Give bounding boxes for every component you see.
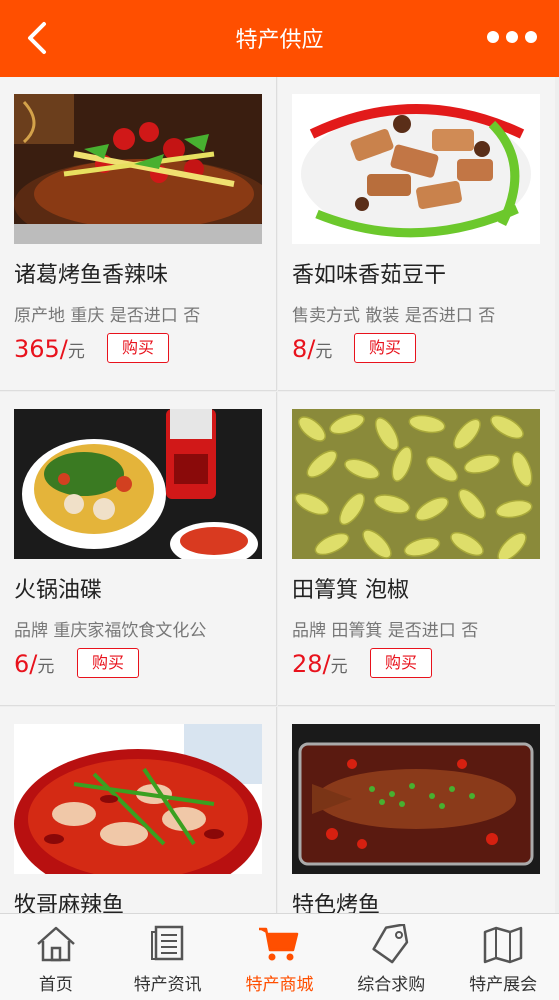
product-attributes: 售卖方式 散装 是否进口 否 [292, 306, 496, 326]
product-price: 8/元 [292, 335, 333, 363]
tab-purchase[interactable]: 综合求购 [335, 914, 447, 1000]
product-card[interactable]: 火锅油碟 品牌 重庆家福饮食文化公 6/元 购买 [0, 392, 277, 706]
product-image[interactable] [292, 94, 540, 244]
product-name[interactable]: 香如味香茹豆干 [292, 257, 446, 289]
tab-mall[interactable]: 特产商城 [224, 914, 336, 1000]
cart-icon [259, 927, 299, 961]
product-image[interactable] [14, 409, 262, 559]
product-card[interactable]: 牧哥麻辣鱼 [0, 707, 277, 913]
product-attributes: 品牌 重庆家福饮食文化公 [14, 621, 207, 641]
buy-button[interactable]: 购买 [370, 648, 433, 678]
product-price: 6/元 [14, 650, 55, 678]
page-title: 特产供应 [235, 28, 324, 53]
tab-expo[interactable]: 特产展会 [447, 914, 559, 1000]
product-image[interactable] [292, 724, 540, 874]
tab-home[interactable]: 首页 [0, 914, 112, 1000]
product-name[interactable]: 特色烤鱼 [292, 887, 380, 913]
product-card[interactable]: 诸葛烤鱼香辣味 原产地 重庆 是否进口 否 365/元 购买 [0, 77, 277, 391]
top-bar: 特产供应 [0, 0, 559, 77]
news-icon [150, 925, 183, 961]
more-dots-icon[interactable] [487, 29, 537, 45]
buy-button[interactable]: 购买 [77, 648, 140, 678]
product-attributes: 原产地 重庆 是否进口 否 [14, 306, 201, 326]
buy-button[interactable]: 购买 [107, 333, 170, 363]
tag-icon [372, 924, 409, 964]
map-icon [483, 926, 523, 964]
tab-news[interactable]: 特产资讯 [112, 914, 224, 1000]
product-name[interactable]: 田箐箕 泡椒 [292, 572, 409, 604]
bottom-tab-bar: 首页 特产资讯 特产商城 综合求购 特产展会 [0, 913, 559, 1000]
product-price: 28/元 [292, 650, 348, 678]
product-attributes: 品牌 田箐箕 是否进口 否 [292, 621, 479, 641]
tab-label: 特产展会 [469, 975, 538, 995]
product-card[interactable]: 特色烤鱼 [278, 707, 555, 913]
tab-label: 特产资讯 [133, 975, 202, 995]
tab-label: 综合求购 [357, 975, 426, 995]
product-card[interactable]: 田箐箕 泡椒 品牌 田箐箕 是否进口 否 28/元 购买 [278, 392, 555, 706]
product-image[interactable] [14, 94, 262, 244]
product-card[interactable]: 香如味香茹豆干 售卖方式 散装 是否进口 否 8/元 购买 [278, 77, 555, 391]
product-image[interactable] [14, 724, 262, 874]
tab-label: 首页 [38, 975, 73, 995]
tab-label: 特产商城 [245, 975, 314, 995]
product-image[interactable] [292, 409, 540, 559]
product-name[interactable]: 诸葛烤鱼香辣味 [14, 257, 168, 289]
product-name[interactable]: 牧哥麻辣鱼 [14, 887, 124, 913]
product-name[interactable]: 火锅油碟 [14, 572, 102, 604]
buy-button[interactable]: 购买 [354, 333, 417, 363]
product-price: 365/元 [14, 335, 85, 363]
product-grid: 诸葛烤鱼香辣味 原产地 重庆 是否进口 否 365/元 购买 香如味香茹豆干 售… [0, 77, 559, 913]
home-icon [37, 926, 75, 962]
